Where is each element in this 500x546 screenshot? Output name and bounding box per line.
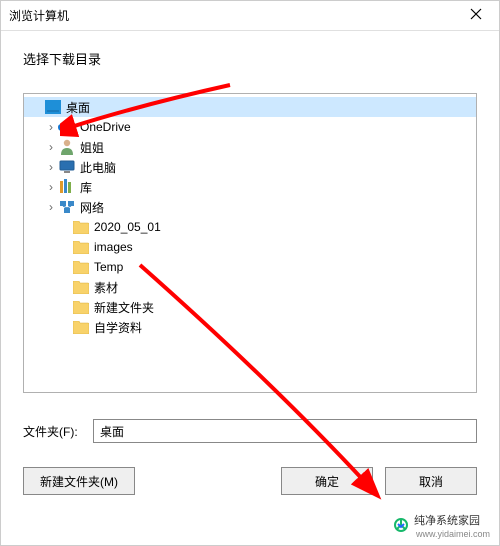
tree-item-label: 2020_05_01 — [94, 220, 161, 234]
browse-folder-dialog: 浏览计算机 选择下载目录 桌面›OneDrive›姐姐›此电脑›库›网络2020… — [0, 0, 500, 546]
folder-icon — [72, 238, 90, 256]
new-folder-button[interactable]: 新建文件夹(M) — [23, 467, 135, 495]
expander-icon[interactable]: › — [44, 160, 58, 174]
thispc-icon — [58, 158, 76, 176]
ok-button[interactable]: 确定 — [281, 467, 373, 495]
tree-item[interactable]: › 此电脑 — [24, 157, 476, 177]
expander-icon[interactable]: › — [44, 180, 58, 194]
tree-item[interactable]: › OneDrive — [24, 117, 476, 137]
folder-tree[interactable]: 桌面›OneDrive›姐姐›此电脑›库›网络2020_05_01imagesT… — [23, 93, 477, 393]
tree-item[interactable]: 2020_05_01 — [24, 217, 476, 237]
tree-item[interactable]: 素材 — [24, 277, 476, 297]
tree-item-label: 自学资料 — [94, 319, 142, 336]
tree-item[interactable]: ›库 — [24, 177, 476, 197]
watermark-brand: 纯净系统家园 — [414, 515, 480, 527]
logo-icon — [392, 516, 414, 537]
folder-icon — [72, 318, 90, 336]
tree-item-label: OneDrive — [80, 120, 131, 134]
tree-item-label: 姐姐 — [80, 139, 104, 156]
expander-icon[interactable]: › — [44, 120, 58, 134]
user-icon — [58, 138, 76, 156]
tree-item-label: 素材 — [94, 279, 118, 296]
desktop-icon — [44, 98, 62, 116]
dialog-button-row: 新建文件夹(M) 确定 取消 — [23, 467, 477, 495]
close-icon — [470, 8, 482, 23]
tree-item[interactable]: › 网络 — [24, 197, 476, 217]
watermark: 纯净系统家园 www.yidaimei.com — [388, 510, 494, 542]
network-icon — [58, 198, 76, 216]
tree-item-label: 库 — [80, 179, 92, 196]
onedrive-icon — [58, 118, 76, 136]
close-button[interactable] — [461, 1, 491, 31]
tree-item[interactable]: 桌面 — [24, 97, 476, 117]
folder-field-label: 文件夹(F): — [23, 423, 93, 440]
cancel-button[interactable]: 取消 — [385, 467, 477, 495]
folder-field-row: 文件夹(F): — [23, 419, 477, 443]
folder-field-input[interactable] — [93, 419, 477, 443]
folder-icon — [72, 258, 90, 276]
tree-item-label: images — [94, 240, 133, 254]
tree-item[interactable]: › 姐姐 — [24, 137, 476, 157]
tree-item-label: Temp — [94, 260, 123, 274]
tree-item[interactable]: 自学资料 — [24, 317, 476, 337]
tree-item[interactable]: images — [24, 237, 476, 257]
tree-item[interactable]: 新建文件夹 — [24, 297, 476, 317]
watermark-url: www.yidaimei.com — [416, 529, 490, 539]
tree-item-label: 此电脑 — [80, 159, 116, 176]
tree-item-label: 桌面 — [66, 99, 90, 116]
dialog-title: 浏览计算机 — [9, 7, 461, 24]
tree-item[interactable]: Temp — [24, 257, 476, 277]
titlebar: 浏览计算机 — [1, 1, 499, 31]
folder-icon — [72, 298, 90, 316]
folder-icon — [72, 278, 90, 296]
dialog-subtitle: 选择下载目录 — [1, 31, 499, 78]
library-icon — [58, 178, 76, 196]
expander-icon[interactable]: › — [44, 140, 58, 154]
expander-icon[interactable]: › — [44, 200, 58, 214]
folder-icon — [72, 218, 90, 236]
tree-item-label: 网络 — [80, 199, 104, 216]
tree-item-label: 新建文件夹 — [94, 299, 154, 316]
